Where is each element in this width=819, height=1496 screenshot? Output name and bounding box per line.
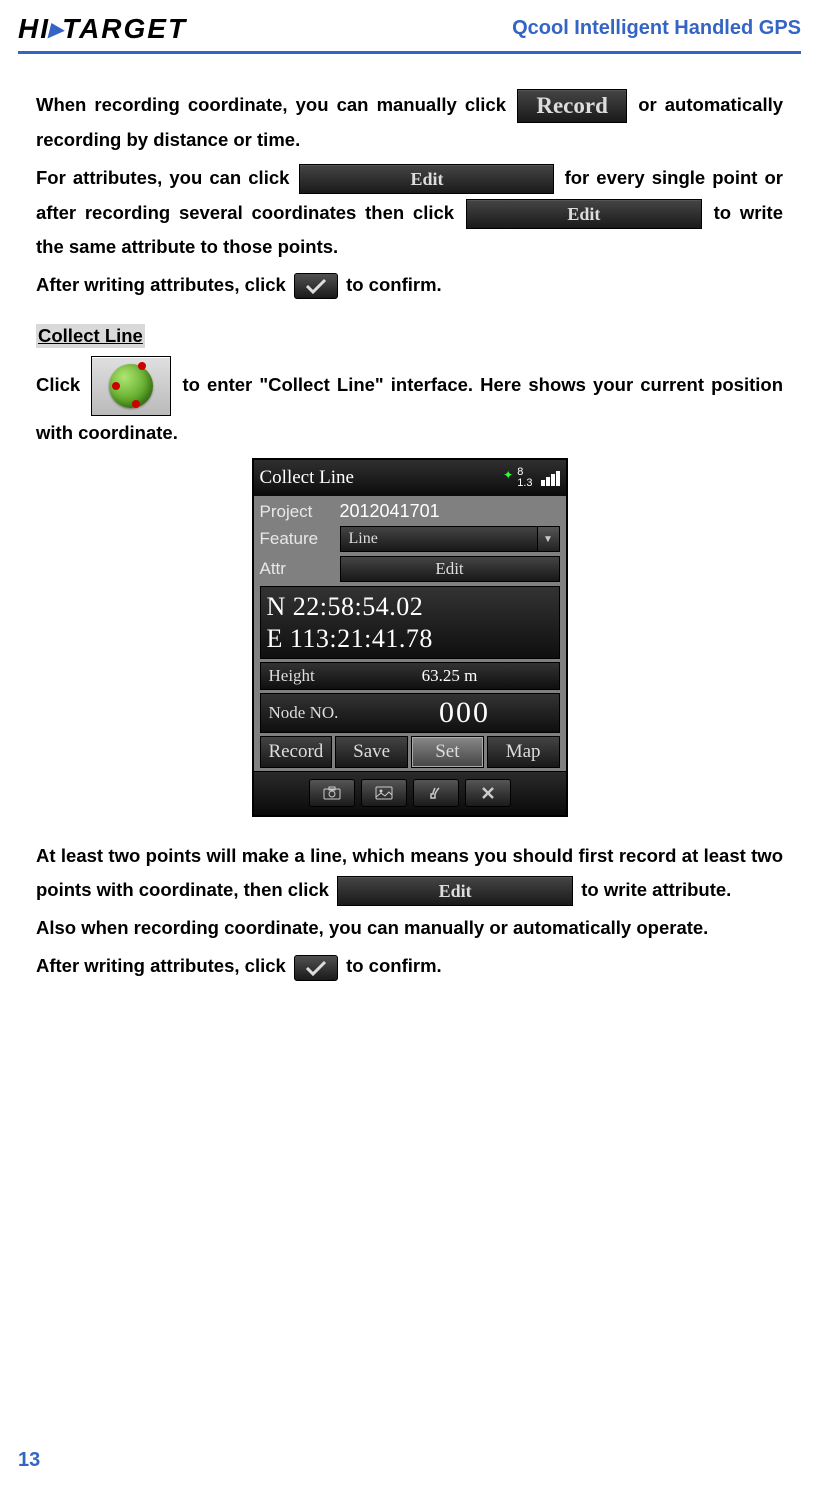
- north-coord: N 22:58:54.02: [267, 591, 553, 622]
- satellite-icon: ✦: [503, 468, 513, 482]
- attr-edit-button[interactable]: Edit: [340, 556, 560, 582]
- text: Click: [36, 374, 87, 395]
- page-number: 13: [18, 1449, 40, 1472]
- attr-label: Attr: [260, 559, 340, 579]
- bottom-toolbar: [254, 771, 566, 815]
- doc-title: Qcool Intelligent Handled GPS: [512, 17, 801, 40]
- save-button[interactable]: Save: [335, 736, 408, 768]
- text: For attributes, you can click: [36, 167, 296, 188]
- section-heading-collect-line: Collect Line: [36, 324, 145, 348]
- project-row: Project 2012041701: [260, 501, 560, 522]
- text: to confirm.: [346, 955, 442, 976]
- camera-icon[interactable]: [309, 779, 355, 807]
- text: to confirm.: [346, 274, 442, 295]
- text: After writing attributes, click: [36, 955, 291, 976]
- text: to write attribute.: [581, 879, 731, 900]
- logo: HI▸TARGET: [18, 12, 187, 45]
- height-label: Height: [269, 666, 349, 686]
- paragraph-3: After writing attributes, click to confi…: [36, 268, 783, 302]
- confirm-icon[interactable]: [294, 273, 338, 299]
- logo-text-target: TARGET: [62, 13, 187, 45]
- signal-icon: [541, 471, 560, 486]
- paragraph-after-3: After writing attributes, click to confi…: [36, 949, 783, 983]
- confirm-icon[interactable]: [294, 955, 338, 981]
- coordinate-display: N 22:58:54.02 E 113:21:41.78: [260, 586, 560, 658]
- text: When recording coordinate, you can manua…: [36, 94, 514, 115]
- project-value: 2012041701: [340, 501, 440, 522]
- attr-row: Attr Edit: [260, 556, 560, 582]
- node-label: Node NO.: [269, 703, 379, 723]
- screenshot-titlebar: Collect Line ✦ 8 1.3: [254, 460, 566, 496]
- device-screenshot: Collect Line ✦ 8 1.3 Project 2012041701 …: [252, 458, 568, 816]
- button-row: Record Save Set Map: [260, 736, 560, 768]
- feature-label: Feature: [260, 529, 340, 549]
- record-button[interactable]: Record: [517, 89, 627, 123]
- map-button[interactable]: Map: [487, 736, 560, 768]
- feature-row: Feature Line ▼: [260, 526, 560, 552]
- satellite-values: 8 1.3: [517, 467, 532, 489]
- paragraph-2: For attributes, you can click Edit for e…: [36, 161, 783, 264]
- logo-text-hi: HI: [18, 13, 50, 45]
- screenshot-body: Project 2012041701 Feature Line ▼ Attr E…: [254, 496, 566, 814]
- paragraph-after-2: Also when recording coordinate, you can …: [36, 911, 783, 945]
- cancel-icon[interactable]: [413, 779, 459, 807]
- close-icon[interactable]: [465, 779, 511, 807]
- paragraph-after-1: At least two points will make a line, wh…: [36, 839, 783, 907]
- page-content: When recording coordinate, you can manua…: [0, 54, 819, 984]
- edit-button[interactable]: Edit: [337, 876, 573, 906]
- edit-button[interactable]: Edit: [299, 164, 554, 194]
- node-value: 000: [379, 696, 551, 730]
- node-row: Node NO. 000: [260, 693, 560, 733]
- east-coord: E 113:21:41.78: [267, 623, 553, 654]
- set-button[interactable]: Set: [411, 736, 484, 768]
- screenshot-container: Collect Line ✦ 8 1.3 Project 2012041701 …: [36, 458, 783, 816]
- paragraph-1: When recording coordinate, you can manua…: [36, 88, 783, 157]
- height-value: 63.25 m: [349, 666, 551, 686]
- screenshot-title: Collect Line: [260, 467, 500, 489]
- text: After writing attributes, click: [36, 274, 291, 295]
- record-button[interactable]: Record: [260, 736, 333, 768]
- feature-dropdown[interactable]: Line ▼: [340, 526, 560, 552]
- project-label: Project: [260, 502, 340, 522]
- height-row: Height 63.25 m: [260, 662, 560, 690]
- collect-line-icon[interactable]: [91, 356, 171, 416]
- feature-value: Line: [349, 530, 378, 548]
- chevron-down-icon: ▼: [537, 527, 559, 551]
- edit-button[interactable]: Edit: [466, 199, 702, 229]
- page-header: HI▸TARGET Qcool Intelligent Handled GPS: [0, 0, 819, 45]
- gallery-icon[interactable]: [361, 779, 407, 807]
- paragraph-collect-1: Click to enter "Collect Line" interface.…: [36, 356, 783, 450]
- sat-pdop: 1.3: [517, 478, 532, 489]
